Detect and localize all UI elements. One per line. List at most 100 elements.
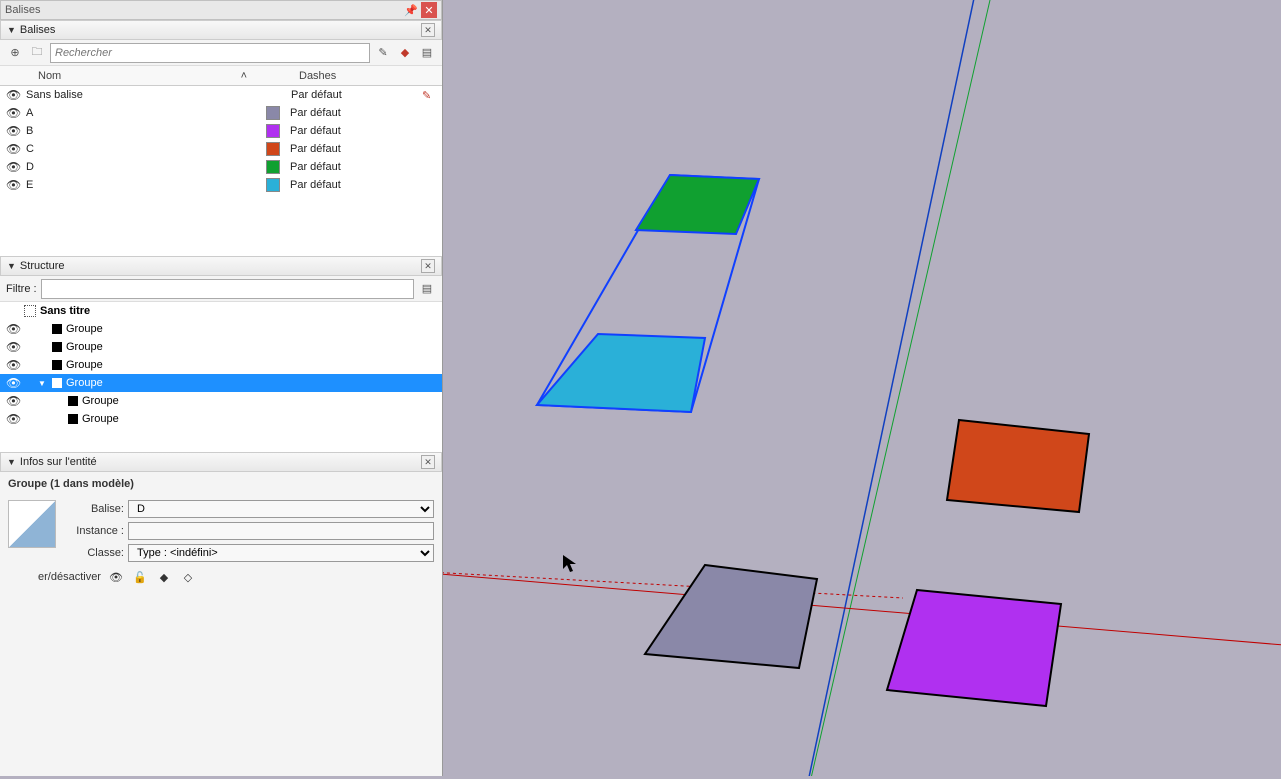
section-header-entity[interactable]: ▼ Infos sur l'entité ✕ — [0, 452, 442, 472]
visibility-eye-icon[interactable]: 👁 — [6, 376, 24, 390]
viewport-3d[interactable] — [443, 0, 1281, 776]
shape-gray[interactable] — [645, 565, 817, 668]
details-icon[interactable]: ▤ — [418, 44, 436, 62]
dash-label: Par défaut — [280, 179, 442, 191]
close-icon[interactable]: ✕ — [421, 2, 437, 18]
section-header-balises[interactable]: ▼ Balises ✕ — [0, 20, 442, 40]
outliner-label: Groupe — [82, 395, 442, 407]
col-header-dashes[interactable]: Dashes — [253, 70, 442, 82]
shape-purple[interactable] — [887, 590, 1061, 706]
collapse-triangle-icon: ▼ — [7, 261, 16, 271]
filter-input[interactable] — [41, 279, 414, 299]
lock-toggle-icon[interactable]: 🔓 — [131, 568, 149, 586]
left-panel: Balises 📌 ✕ ▼ Balises ✕ ⊕ 🗀 ✎ ◆ ▤ Nom˄ D… — [0, 0, 443, 776]
visibility-eye-icon[interactable]: 👁 — [6, 106, 24, 120]
visibility-eye-icon[interactable]: 👁 — [6, 412, 24, 426]
tag-row[interactable]: 👁 B Par défaut — [0, 122, 442, 140]
visibility-eye-icon[interactable]: 👁 — [6, 322, 24, 336]
purge-icon[interactable]: ✎ — [374, 44, 392, 62]
classe-select[interactable]: Type : <indéfini> — [128, 544, 434, 562]
outliner-item[interactable]: 👁 Groupe — [0, 392, 442, 410]
sort-asc-icon: ˄ — [241, 70, 247, 82]
tag-row[interactable]: 👁 D Par défaut — [0, 158, 442, 176]
tag-row[interactable]: 👁 A Par défaut — [0, 104, 442, 122]
pin-icon[interactable]: 📌 — [403, 2, 419, 18]
color-swatch[interactable] — [266, 142, 280, 156]
dash-label: Par défaut — [280, 125, 442, 137]
group-icon — [52, 360, 62, 370]
tag-name-label: C — [24, 143, 254, 155]
tag-row[interactable]: 👁 C Par défaut — [0, 140, 442, 158]
group-icon — [68, 414, 78, 424]
tag-column-headers: Nom˄ Dashes — [0, 66, 442, 86]
receive-shadow-icon[interactable]: ◇ — [179, 568, 197, 586]
section-close-balises[interactable]: ✕ — [421, 23, 435, 37]
outliner-item[interactable]: 👁 Groupe — [0, 410, 442, 428]
instance-input[interactable] — [128, 522, 434, 540]
toggle-row: er/désactiver 👁 🔓 ◆ ◇ — [0, 566, 442, 588]
group-icon — [68, 396, 78, 406]
group-icon — [52, 378, 62, 388]
entity-heading: Groupe (1 dans modèle) — [0, 472, 442, 496]
color-swatch[interactable] — [266, 178, 280, 192]
visibility-eye-icon[interactable]: 👁 — [6, 88, 24, 102]
color-swatch[interactable] — [266, 124, 280, 138]
outliner-item[interactable]: 👁 Groupe — [0, 356, 442, 374]
outliner-root[interactable]: Sans titre — [0, 302, 442, 320]
add-tag-icon[interactable]: ⊕ — [6, 44, 24, 62]
outliner-label: Groupe — [66, 323, 442, 335]
visibility-eye-icon[interactable]: 👁 — [6, 160, 24, 174]
shape-orange[interactable] — [947, 420, 1089, 512]
red-axis-solid — [443, 570, 1281, 650]
color-swatch[interactable] — [266, 160, 280, 174]
tag-name-label: A — [24, 107, 254, 119]
visibility-eye-icon[interactable]: 👁 — [6, 394, 24, 408]
expand-triangle-icon[interactable]: ▼ — [38, 379, 48, 388]
section-close-entity[interactable]: ✕ — [421, 455, 435, 469]
tag-row[interactable]: 👁 Sans balise Par défaut ✎ — [0, 86, 442, 104]
outliner-label: Groupe — [82, 413, 442, 425]
section-header-structure[interactable]: ▼ Structure ✕ — [0, 256, 442, 276]
model-icon — [24, 305, 36, 317]
shadow-toggle-icon[interactable]: ◆ — [155, 568, 173, 586]
entity-thumbnail — [8, 500, 56, 548]
collapse-triangle-icon: ▼ — [7, 457, 16, 467]
section-close-structure[interactable]: ✕ — [421, 259, 435, 273]
outliner: Sans titre 👁 Groupe👁 Groupe👁 Groupe👁 ▼ G… — [0, 302, 442, 452]
color-by-tag-icon[interactable]: ◆ — [396, 44, 414, 62]
dash-label: Par défaut — [280, 107, 442, 119]
outliner-item[interactable]: 👁 ▼ Groupe — [0, 374, 442, 392]
section-title-balises: Balises — [20, 24, 421, 36]
instance-label: Instance : — [64, 525, 124, 537]
classe-label: Classe: — [64, 547, 124, 559]
search-input[interactable] — [50, 43, 370, 63]
tag-name-label: E — [24, 179, 254, 191]
visibility-eye-icon[interactable]: 👁 — [6, 340, 24, 354]
outliner-item[interactable]: 👁 Groupe — [0, 338, 442, 356]
tag-name-label: D — [24, 161, 254, 173]
shape-cyan[interactable] — [537, 334, 705, 412]
details-icon[interactable]: ▤ — [418, 280, 436, 298]
col-header-name[interactable]: Nom˄ — [0, 70, 253, 82]
entity-fields: Balise: D Instance : Classe: Type : <ind… — [64, 500, 434, 562]
visible-toggle-icon[interactable]: 👁 — [107, 568, 125, 586]
folder-tag-icon[interactable]: 🗀 — [28, 44, 46, 62]
cursor-icon — [563, 555, 576, 572]
visibility-eye-icon[interactable]: 👁 — [6, 124, 24, 138]
section-title-structure: Structure — [20, 260, 421, 272]
visibility-eye-icon[interactable]: 👁 — [6, 142, 24, 156]
dash-label: Par défaut — [280, 143, 442, 155]
balise-select[interactable]: D — [128, 500, 434, 518]
filter-label: Filtre : — [6, 283, 37, 295]
outliner-item[interactable]: 👁 Groupe — [0, 320, 442, 338]
tag-name-label: B — [24, 125, 254, 137]
shape-green[interactable] — [636, 175, 759, 234]
outliner-label: Groupe — [66, 377, 442, 389]
tag-row[interactable]: 👁 E Par défaut — [0, 176, 442, 194]
active-tag-pencil-icon[interactable]: ✎ — [422, 89, 442, 102]
outliner-label: Groupe — [66, 341, 442, 353]
color-swatch[interactable] — [266, 106, 280, 120]
visibility-eye-icon[interactable]: 👁 — [6, 178, 24, 192]
dash-label: Par défaut — [281, 89, 422, 101]
visibility-eye-icon[interactable]: 👁 — [6, 358, 24, 372]
